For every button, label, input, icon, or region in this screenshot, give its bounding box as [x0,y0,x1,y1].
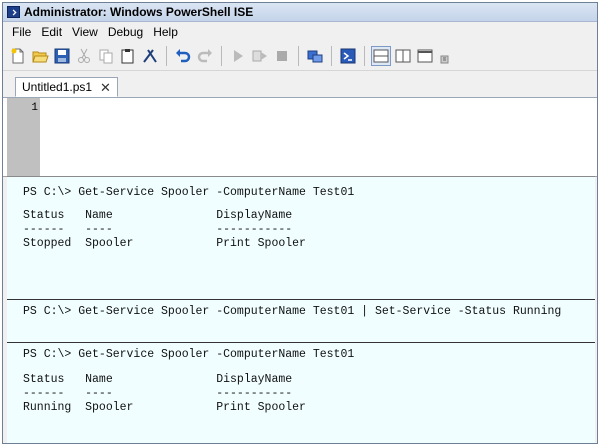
toolbar-separator [221,46,222,66]
toolbar-separator [166,46,167,66]
console-output-row: Stopped Spooler Print Spooler [23,237,306,250]
save-icon[interactable] [52,46,72,66]
menu-bar: File Edit View Debug Help [3,22,597,42]
undo-icon[interactable] [173,46,193,66]
redo-icon[interactable] [195,46,215,66]
menu-help[interactable]: Help [148,25,183,39]
close-icon[interactable]: ✕ [100,81,111,94]
window-title: Administrator: Windows PowerShell ISE [24,5,254,19]
stop-icon[interactable] [272,46,292,66]
tab-untitled1[interactable]: Untitled1.ps1 ✕ [15,77,118,97]
clear-console-icon[interactable] [140,46,160,66]
console-output-header: Status Name DisplayName [23,373,293,386]
script-editor[interactable]: 1 [3,98,597,177]
console-command: PS C:\> Get-Service Spooler -ComputerNam… [23,348,355,361]
powershell-app-icon [7,6,20,18]
console-pane[interactable]: PS C:\> Get-Service Spooler -ComputerNam… [7,176,595,443]
run-selection-icon[interactable] [250,46,270,66]
toolbar-separator [364,46,365,66]
menu-edit[interactable]: Edit [36,25,67,39]
console-divider [7,342,595,343]
toolbar [3,42,597,71]
new-file-icon[interactable] [8,46,28,66]
console-output-dashes: ------ ---- ----------- [23,223,293,236]
menu-file[interactable]: File [7,25,36,39]
script-tab-strip: Untitled1.ps1 ✕ [3,71,597,98]
remote-powershell-icon[interactable] [305,46,325,66]
paste-icon[interactable] [118,46,138,66]
cut-icon[interactable] [74,46,94,66]
menu-debug[interactable]: Debug [103,25,148,39]
open-folder-icon[interactable] [30,46,50,66]
layout-top-icon[interactable] [371,46,391,66]
console-output-row: Running Spooler Print Spooler [23,401,306,414]
menu-view[interactable]: View [67,25,103,39]
console-divider [7,299,595,300]
show-command-icon[interactable] [437,46,457,66]
title-bar[interactable]: Administrator: Windows PowerShell ISE [3,3,597,22]
copy-icon[interactable] [96,46,116,66]
console-output-header: Status Name DisplayName [23,209,293,222]
line-number: 1 [31,102,38,114]
console-output-dashes: ------ ---- ----------- [23,387,293,400]
powershell-console-icon[interactable] [338,46,358,66]
run-icon[interactable] [228,46,248,66]
toolbar-separator [331,46,332,66]
tab-label: Untitled1.ps1 [22,80,93,94]
layout-right-icon[interactable] [393,46,413,66]
layout-maximize-icon[interactable] [415,46,435,66]
line-number-gutter: 1 [7,98,40,176]
console-command: PS C:\> Get-Service Spooler -ComputerNam… [23,186,355,199]
console-command: PS C:\> Get-Service Spooler -ComputerNam… [23,305,562,318]
powershell-ise-window: Administrator: Windows PowerShell ISE Fi… [2,2,598,444]
toolbar-separator [298,46,299,66]
